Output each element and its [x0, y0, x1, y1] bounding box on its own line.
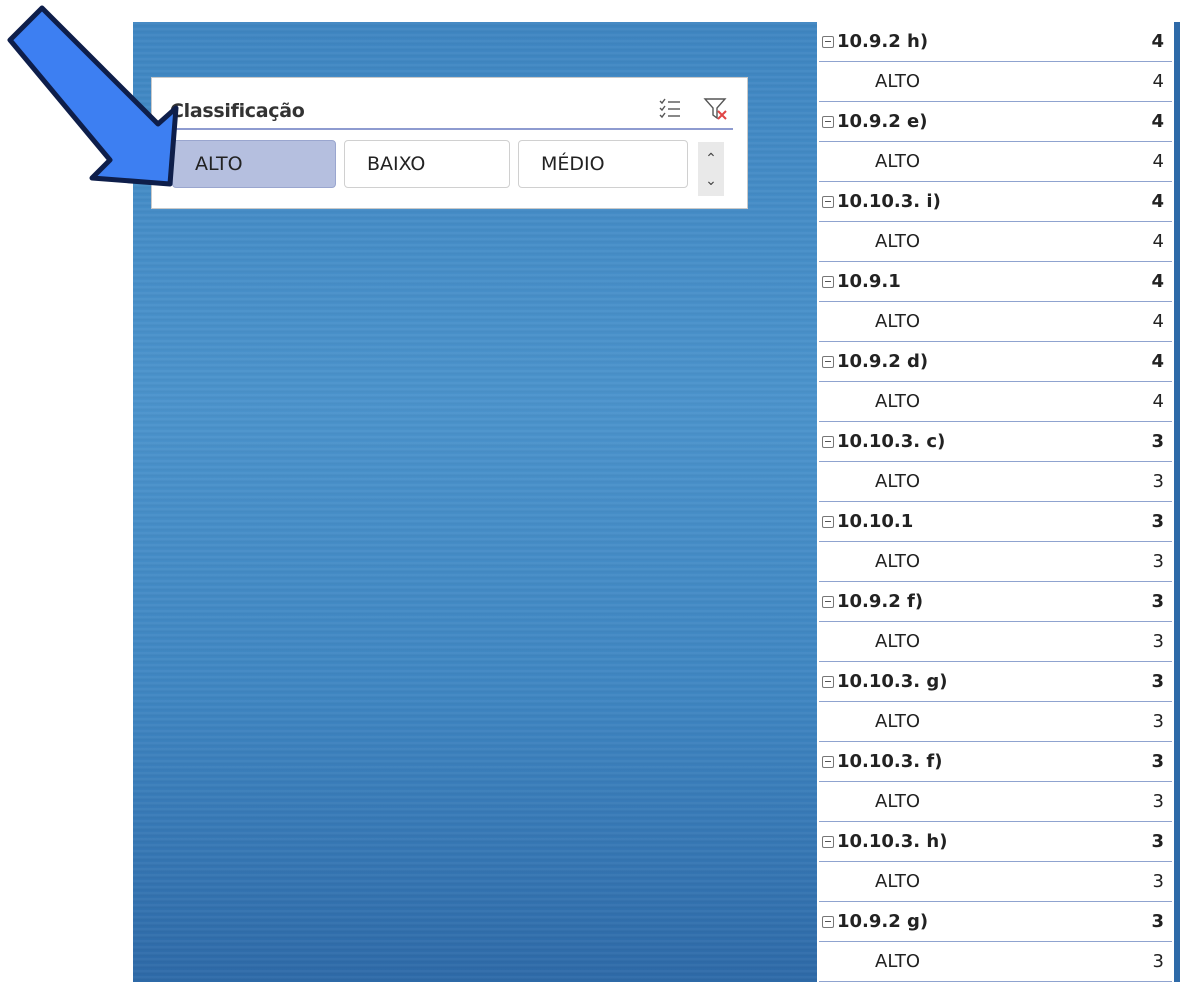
pivot-group-row[interactable]: 10.9.2 f) 3 — [819, 582, 1172, 622]
pivot-child-row[interactable]: ALTO 3 — [819, 702, 1172, 742]
row-label: ALTO — [875, 631, 921, 652]
row-value: 3 — [1151, 431, 1164, 452]
row-label: ALTO — [875, 951, 921, 972]
collapse-icon[interactable] — [822, 436, 834, 448]
collapse-icon[interactable] — [822, 276, 834, 288]
row-label: 10.9.2 e) — [837, 111, 928, 132]
slicer-classificacao: Classificação ALTO BAIXO MÉDIO ⌃ ⌄ — [151, 77, 748, 209]
row-value: 3 — [1151, 671, 1164, 692]
row-label: 10.9.2 g) — [837, 911, 929, 932]
collapse-icon[interactable] — [822, 36, 834, 48]
row-label: ALTO — [875, 711, 921, 732]
pivot-child-row[interactable]: ALTO 3 — [819, 782, 1172, 822]
pivot-table: 10.9.2 h) 4 ALTO 4 10.9.2 e) 4 ALTO 4 10.10.… — [819, 22, 1172, 982]
pointer-arrow-icon — [7, 5, 179, 187]
row-label: 10.9.1 — [837, 271, 901, 292]
row-label: 10.10.3. i) — [837, 191, 941, 212]
row-label: 10.9.2 h) — [837, 31, 929, 52]
row-value: 4 — [1152, 71, 1164, 92]
pivot-group-row[interactable]: 10.10.3. c) 3 — [819, 422, 1172, 462]
row-value: 3 — [1151, 511, 1164, 532]
row-label: ALTO — [875, 391, 921, 412]
collapse-icon[interactable] — [822, 836, 834, 848]
row-value: 4 — [1151, 271, 1164, 292]
row-value: 3 — [1151, 591, 1164, 612]
row-value: 4 — [1151, 111, 1164, 132]
row-value: 3 — [1152, 711, 1164, 732]
collapse-icon[interactable] — [822, 356, 834, 368]
pivot-child-row[interactable]: ALTO 4 — [819, 222, 1172, 262]
collapse-icon[interactable] — [822, 116, 834, 128]
pivot-group-row[interactable]: 10.10.1 3 — [819, 502, 1172, 542]
pivot-child-row[interactable]: ALTO 4 — [819, 302, 1172, 342]
clear-filter-icon[interactable] — [703, 96, 729, 122]
pivot-group-row[interactable]: 10.10.3. h) 3 — [819, 822, 1172, 862]
pivot-child-row[interactable]: ALTO 3 — [819, 942, 1172, 982]
slicer-header: Classificação — [170, 92, 733, 130]
collapse-icon[interactable] — [822, 516, 834, 528]
row-value: 4 — [1152, 311, 1164, 332]
pivot-group-row[interactable]: 10.9.2 e) 4 — [819, 102, 1172, 142]
row-label: ALTO — [875, 791, 921, 812]
scroll-down-icon[interactable]: ⌄ — [698, 170, 724, 190]
pivot-child-row[interactable]: ALTO 4 — [819, 142, 1172, 182]
row-label: 10.9.2 f) — [837, 591, 924, 612]
pivot-group-row[interactable]: 10.10.3. f) 3 — [819, 742, 1172, 782]
pivot-child-row[interactable]: ALTO 3 — [819, 462, 1172, 502]
pivot-group-row[interactable]: 10.9.2 d) 4 — [819, 342, 1172, 382]
row-value: 3 — [1152, 471, 1164, 492]
pivot-right-border — [1174, 22, 1180, 982]
row-label: ALTO — [875, 151, 921, 172]
collapse-icon[interactable] — [822, 916, 834, 928]
row-label: ALTO — [875, 71, 921, 92]
pivot-group-row[interactable]: 10.9.2 g) 3 — [819, 902, 1172, 942]
pivot-child-row[interactable]: ALTO 3 — [819, 622, 1172, 662]
row-value: 4 — [1152, 231, 1164, 252]
scroll-up-icon[interactable]: ⌃ — [698, 148, 724, 168]
row-value: 3 — [1151, 751, 1164, 772]
row-value: 4 — [1151, 31, 1164, 52]
row-label: 10.10.1 — [837, 511, 914, 532]
pivot-group-row[interactable]: 10.9.1 4 — [819, 262, 1172, 302]
slicer-item-medio[interactable]: MÉDIO — [518, 140, 688, 188]
row-label: 10.10.3. h) — [837, 831, 948, 852]
pivot-child-row[interactable]: ALTO 4 — [819, 62, 1172, 102]
row-label: 10.10.3. f) — [837, 751, 943, 772]
slicer-item-baixo[interactable]: BAIXO — [344, 140, 510, 188]
row-value: 3 — [1152, 791, 1164, 812]
row-value: 4 — [1152, 391, 1164, 412]
row-value: 3 — [1152, 631, 1164, 652]
pivot-group-row[interactable]: 10.10.3. g) 3 — [819, 662, 1172, 702]
row-label: ALTO — [875, 311, 921, 332]
row-value: 3 — [1152, 871, 1164, 892]
row-value: 4 — [1152, 151, 1164, 172]
row-value: 3 — [1152, 551, 1164, 572]
row-value: 3 — [1152, 951, 1164, 972]
pivot-group-row[interactable]: 10.9.2 h) 4 — [819, 22, 1172, 62]
row-value: 3 — [1151, 911, 1164, 932]
collapse-icon[interactable] — [822, 196, 834, 208]
collapse-icon[interactable] — [822, 596, 834, 608]
row-value: 3 — [1151, 831, 1164, 852]
slicer-scrollbar[interactable]: ⌃ ⌄ — [698, 142, 724, 196]
row-label: 10.10.3. g) — [837, 671, 948, 692]
row-value: 4 — [1151, 351, 1164, 372]
pivot-child-row[interactable]: ALTO 3 — [819, 542, 1172, 582]
row-label: ALTO — [875, 551, 921, 572]
row-label: 10.10.3. c) — [837, 431, 946, 452]
collapse-icon[interactable] — [822, 676, 834, 688]
row-value: 4 — [1151, 191, 1164, 212]
multi-select-icon[interactable] — [657, 96, 683, 122]
pivot-child-row[interactable]: ALTO 3 — [819, 862, 1172, 902]
row-label: 10.9.2 d) — [837, 351, 929, 372]
collapse-icon[interactable] — [822, 756, 834, 768]
pivot-group-row[interactable]: 10.10.3. i) 4 — [819, 182, 1172, 222]
row-label: ALTO — [875, 231, 921, 252]
row-label: ALTO — [875, 471, 921, 492]
row-label: ALTO — [875, 871, 921, 892]
pivot-child-row[interactable]: ALTO 4 — [819, 382, 1172, 422]
